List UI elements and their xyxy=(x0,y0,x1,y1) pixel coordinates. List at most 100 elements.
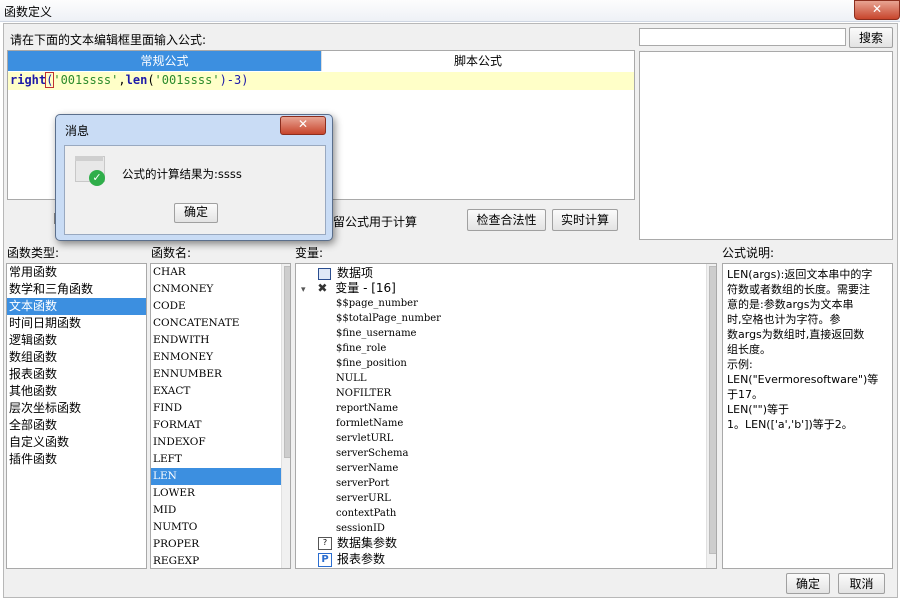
tree-item-variable[interactable]: $$totalPage_number xyxy=(336,311,441,326)
variables-scrollbar[interactable] xyxy=(706,264,716,568)
search-button[interactable]: 搜索 xyxy=(849,27,893,48)
func-type-item[interactable]: 自定义函数 xyxy=(7,434,146,451)
variables-label: 变量: xyxy=(295,246,324,260)
tree-item-variable[interactable]: formletName xyxy=(336,416,441,431)
report-param-icon: P xyxy=(318,552,332,567)
description-line: 时,空格也计为字符。参 xyxy=(727,313,841,326)
window-titlebar: 函数定义 ✕ xyxy=(0,0,900,22)
func-name-item[interactable]: EXACT xyxy=(151,383,281,400)
func-name-item[interactable]: ENDWITH xyxy=(151,332,281,349)
scrollbar-thumb[interactable] xyxy=(709,266,716,554)
tree-item-variable[interactable]: serverName xyxy=(336,461,441,476)
tree-item-variable[interactable]: contextPath xyxy=(336,506,441,521)
description-panel: LEN(args):返回文本串中的字 符数或者数组的长度。需要注 意的是:参数arg… xyxy=(722,263,893,569)
func-name-item[interactable]: FORMAT xyxy=(151,417,281,434)
func-name-item[interactable]: ENNUMBER xyxy=(151,366,281,383)
tab-script-formula[interactable]: 脚本公式 xyxy=(321,51,634,71)
tree-item-variable[interactable]: $fine_role xyxy=(336,341,441,356)
tree-item-variables[interactable]: ▾ ✖ 变量 - [16] xyxy=(301,281,396,296)
description-line: LEN("Evermoresoftware")等 xyxy=(727,373,879,386)
close-icon: ✕ xyxy=(871,2,883,16)
func-name-item[interactable]: ENMONEY xyxy=(151,349,281,366)
func-type-item[interactable]: 数学和三角函数 xyxy=(7,281,146,298)
description-line: 示例: xyxy=(727,358,753,371)
tree-item-variable[interactable]: $$page_number xyxy=(336,296,441,311)
window-close-button[interactable]: ✕ xyxy=(854,0,900,20)
description-line: 数args为数组时,直接返回数 xyxy=(727,328,865,341)
chevron-down-icon: ▾ xyxy=(301,285,306,295)
window-title: 函数定义 xyxy=(4,5,53,19)
tree-item-variable[interactable]: $fine_position xyxy=(336,356,441,371)
dialog-body: ✓ 公式的计算结果为:ssss 确定 xyxy=(64,145,326,235)
func-name-item[interactable]: LOWER xyxy=(151,485,281,502)
dialog-title: 消息 xyxy=(65,124,90,138)
func-name-scrollbar[interactable] xyxy=(281,264,290,568)
variable-x-icon: ✖ xyxy=(317,281,328,295)
func-type-item[interactable]: 其他函数 xyxy=(7,383,146,400)
table-icon xyxy=(318,267,331,280)
prompt-label: 请在下面的文本编辑框里面输入公式: xyxy=(10,33,207,47)
tree-item-variable[interactable]: serverURL xyxy=(336,491,441,506)
tree-item-variable[interactable]: NOFILTER xyxy=(336,386,441,401)
func-type-item[interactable]: 层次坐标函数 xyxy=(7,400,146,417)
search-results-panel[interactable] xyxy=(639,51,893,240)
variables-tree[interactable]: 数据项 ▾ ✖ 变量 - [16] $$page_number $$totalPa… xyxy=(295,263,717,569)
function-token: right xyxy=(10,73,47,87)
func-name-item[interactable]: CODE xyxy=(151,298,281,315)
description-label: 公式说明: xyxy=(722,246,775,260)
func-name-item[interactable]: INDEXOF xyxy=(151,434,281,451)
func-name-item[interactable]: LEFT xyxy=(151,451,281,468)
tail-token: )-3) xyxy=(219,73,249,87)
func-name-item[interactable]: CHAR xyxy=(151,264,281,281)
tree-item-variable[interactable]: NULL xyxy=(336,371,441,386)
tab-regular-formula[interactable]: 常规公式 xyxy=(8,51,321,71)
tree-item-variable[interactable]: serverSchema xyxy=(336,446,441,461)
formula-editor-line[interactable]: right('001ssss',len('001ssss')-3) xyxy=(8,72,634,90)
check-validity-button[interactable]: 检查合法性 xyxy=(467,209,546,231)
func-type-label: 函数类型: xyxy=(7,246,60,260)
description-line: 符数或者数组的长度。需要注 xyxy=(727,283,870,296)
func-type-item[interactable]: 文本函数 xyxy=(7,298,146,315)
dataset-param-icon: ? xyxy=(318,537,332,550)
func-name-item[interactable]: CONCATENATE xyxy=(151,315,281,332)
func-type-item[interactable]: 时间日期函数 xyxy=(7,315,146,332)
func-type-item[interactable]: 逻辑函数 xyxy=(7,332,146,349)
tree-item-variable[interactable]: $fine_username xyxy=(336,326,441,341)
description-line: LEN("")等于 xyxy=(727,403,790,416)
string-token: '001ssss' xyxy=(53,73,119,87)
search-input[interactable] xyxy=(639,28,846,46)
tree-item-data-item[interactable]: 数据项 xyxy=(318,266,373,281)
func-name-list[interactable]: CHAR CNMONEY CODE CONCATENATE ENDWITH ENMONEY… xyxy=(150,263,291,569)
func-type-item[interactable]: 报表函数 xyxy=(7,366,146,383)
func-name-item[interactable]: PROPER xyxy=(151,536,281,553)
func-type-item[interactable]: 插件函数 xyxy=(7,451,146,468)
description-line: 意的是:参数args为文本串 xyxy=(727,298,854,311)
func-type-item[interactable]: 常用函数 xyxy=(7,264,146,281)
tree-item-variable[interactable]: sessionID xyxy=(336,521,441,536)
func-name-label: 函数名: xyxy=(151,246,192,260)
func-name-item[interactable]: NUMTO xyxy=(151,519,281,536)
realtime-calc-button[interactable]: 实时计算 xyxy=(552,209,618,231)
ok-button[interactable]: 确定 xyxy=(786,573,830,594)
tree-item-variable[interactable]: reportName xyxy=(336,401,441,416)
func-type-item[interactable]: 数组函数 xyxy=(7,349,146,366)
description-line: 1。LEN(['a','b'])等于2。 xyxy=(727,418,853,431)
tree-item-variable[interactable]: serverPort xyxy=(336,476,441,491)
dialog-close-button[interactable]: ✕ xyxy=(280,116,326,135)
func-name-item[interactable]: LEN xyxy=(151,468,281,485)
func-type-item[interactable]: 全部函数 xyxy=(7,417,146,434)
dialog-message: 公式的计算结果为:ssss xyxy=(122,167,242,181)
func-name-item[interactable]: REGEXP xyxy=(151,553,281,568)
func-name-item[interactable]: MID xyxy=(151,502,281,519)
func-type-list[interactable]: 常用函数 数学和三角函数 文本函数 时间日期函数 逻辑函数 数组函数 报表函数 其他函数 层次坐… xyxy=(6,263,147,569)
tree-item-dataset-params[interactable]: ? 数据集参数 xyxy=(318,536,397,551)
success-icon: ✓ xyxy=(75,156,105,186)
tree-item-variable[interactable]: servletURL xyxy=(336,431,441,446)
tree-item-report-params[interactable]: P 报表参数 xyxy=(318,552,385,567)
func-name-item[interactable]: CNMONEY xyxy=(151,281,281,298)
cancel-button[interactable]: 取消 xyxy=(838,573,885,594)
dialog-ok-button[interactable]: 确定 xyxy=(174,203,218,223)
scrollbar-thumb[interactable] xyxy=(284,266,290,458)
function-token: len xyxy=(125,73,148,87)
func-name-item[interactable]: FIND xyxy=(151,400,281,417)
